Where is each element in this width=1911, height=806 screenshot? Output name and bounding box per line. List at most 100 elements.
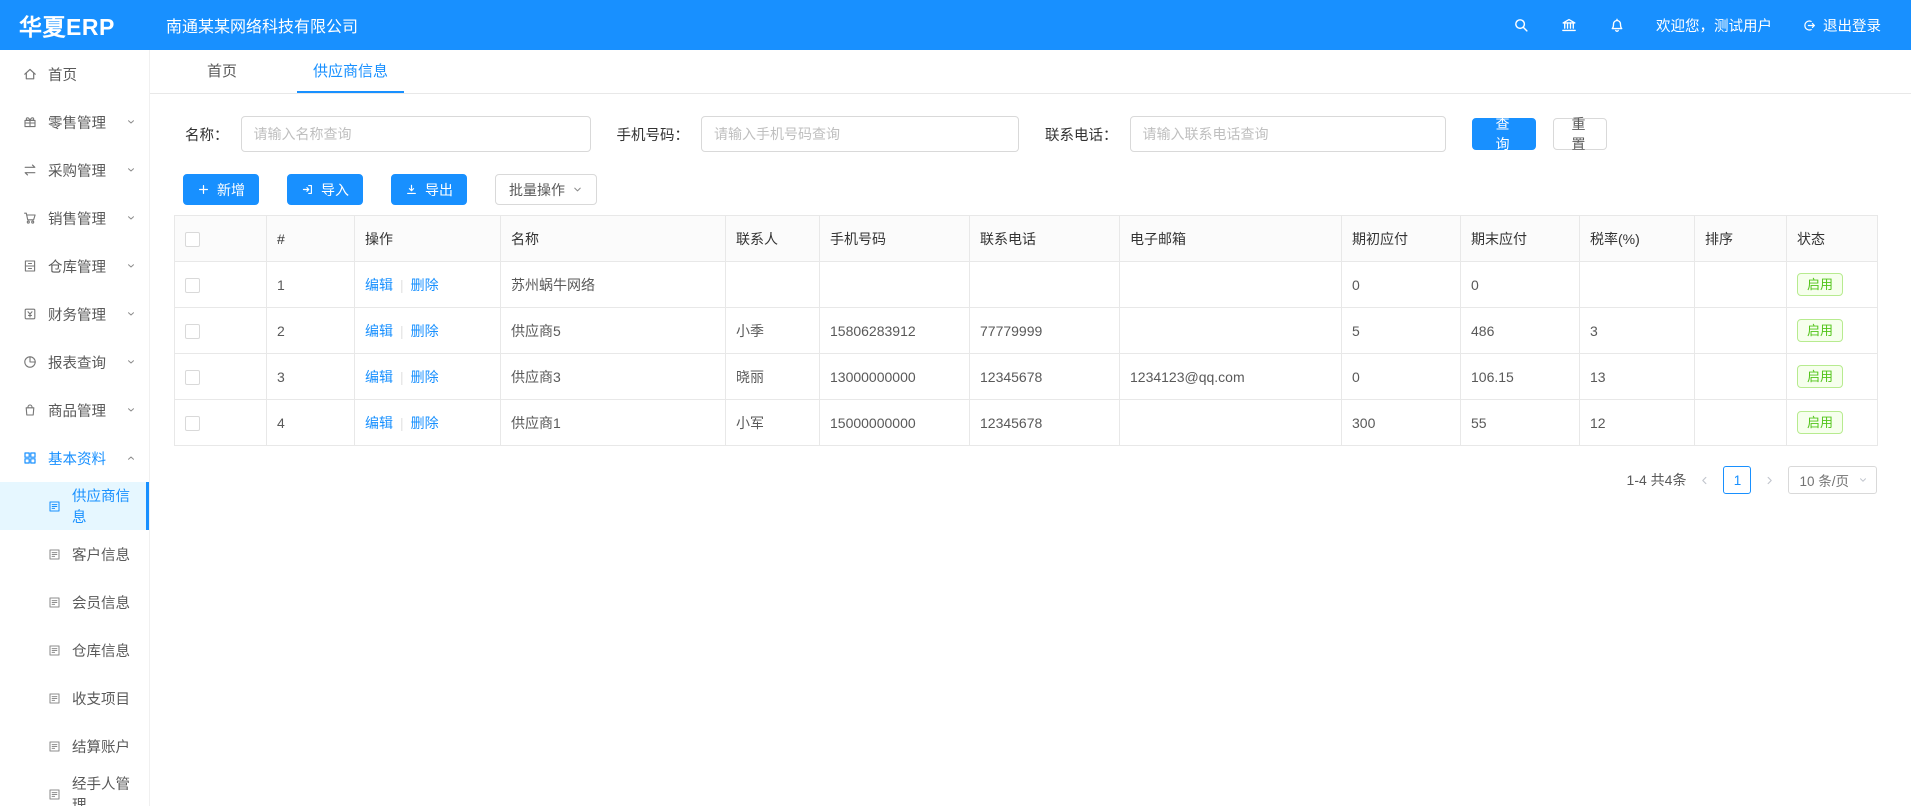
row-checkbox[interactable]: [185, 370, 200, 385]
cell-tel: 12345678: [970, 400, 1120, 446]
page-size-label: 10 条/页: [1799, 470, 1849, 490]
cell-select: [175, 354, 267, 400]
logout-button[interactable]: 退出登录: [1802, 15, 1881, 36]
sidebar-item-label: 仓库管理: [48, 256, 106, 277]
status-badge: 启用: [1797, 319, 1843, 342]
cell-actions: 编辑|删除: [355, 262, 501, 308]
edit-link[interactable]: 编辑: [365, 277, 393, 293]
add-button[interactable]: 新增: [183, 174, 259, 205]
sidebar-item-finance[interactable]: 财务管理: [0, 290, 149, 338]
cell-contact: 晓丽: [726, 354, 820, 400]
column-header-closing-payable: 期末应付: [1461, 216, 1580, 262]
company-name: 南通某某网络科技有限公司: [166, 13, 358, 37]
cell-closing-payable: 486: [1461, 308, 1580, 354]
phone-input[interactable]: [701, 116, 1019, 152]
tel-input[interactable]: [1130, 116, 1446, 152]
status-badge: 启用: [1797, 411, 1843, 434]
sidebar-item-depot[interactable]: 仓库信息: [0, 626, 149, 674]
bank-icon[interactable]: [1560, 16, 1578, 34]
edit-link[interactable]: 编辑: [365, 323, 393, 339]
cell-email: 1234123@qq.com: [1120, 354, 1342, 400]
table-row: 2编辑|删除供应商5小季158062839127777999954863启用: [175, 308, 1878, 354]
search-form: 名称： 手机号码： 联系电话： 查 询 重 置: [150, 116, 1911, 152]
cell-sort: [1695, 400, 1787, 446]
chevron-down-icon: [126, 213, 136, 223]
cell-select: [175, 308, 267, 354]
row-checkbox[interactable]: [185, 416, 200, 431]
sidebar-item-retail[interactable]: 零售管理: [0, 98, 149, 146]
batch-actions-button[interactable]: 批量操作: [495, 174, 597, 205]
name-input[interactable]: [241, 116, 591, 152]
cell-actions: 编辑|删除: [355, 400, 501, 446]
chevron-down-icon: [126, 117, 136, 127]
delete-link[interactable]: 删除: [411, 323, 439, 339]
cell-opening-payable: 0: [1342, 354, 1461, 400]
bell-icon[interactable]: [1608, 16, 1626, 34]
delete-link[interactable]: 删除: [411, 369, 439, 385]
column-header-tax-rate: 税率(%): [1580, 216, 1695, 262]
sidebar-item-label: 零售管理: [48, 112, 106, 133]
import-button[interactable]: 导入: [287, 174, 363, 205]
prev-page-button[interactable]: [1697, 475, 1712, 486]
query-button[interactable]: 查 询: [1472, 118, 1536, 150]
row-checkbox[interactable]: [185, 278, 200, 293]
select-all-checkbox[interactable]: [185, 232, 200, 247]
delete-link[interactable]: 删除: [411, 277, 439, 293]
cell-phone: [820, 262, 970, 308]
sidebar-item-report[interactable]: 报表查询: [0, 338, 149, 386]
sidebar-item-basic[interactable]: 基本资料: [0, 434, 149, 482]
table-row: 3编辑|删除供应商3晓丽13000000000123456781234123@q…: [175, 354, 1878, 400]
edit-link[interactable]: 编辑: [365, 369, 393, 385]
chevron-down-icon: [126, 165, 136, 175]
page-number-button[interactable]: 1: [1723, 466, 1751, 494]
sidebar-item-warehouse[interactable]: 仓库管理: [0, 242, 149, 290]
column-header-email: 电子邮箱: [1120, 216, 1342, 262]
sidebar-item-member[interactable]: 会员信息: [0, 578, 149, 626]
sidebar-item-inout[interactable]: 收支项目: [0, 674, 149, 722]
sidebar-item-supplier[interactable]: 供应商信息: [0, 482, 149, 530]
cell-phone: 13000000000: [820, 354, 970, 400]
sidebar-item-customer[interactable]: 客户信息: [0, 530, 149, 578]
sidebar-item-label: 财务管理: [48, 304, 106, 325]
column-header-sort: 排序: [1695, 216, 1787, 262]
sidebar-item-purchase[interactable]: 采购管理: [0, 146, 149, 194]
column-header-status: 状态: [1787, 216, 1878, 262]
sidebar-item-home[interactable]: 首页: [0, 50, 149, 98]
reset-button[interactable]: 重 置: [1553, 118, 1607, 150]
chevron-down-icon: [126, 261, 136, 271]
tab-bar: 首页 供应商信息: [150, 50, 1911, 94]
edit-link[interactable]: 编辑: [365, 415, 393, 431]
cell-tel: 12345678: [970, 354, 1120, 400]
search-icon[interactable]: [1512, 16, 1530, 34]
cell-index: 4: [267, 400, 355, 446]
cell-status: 启用: [1787, 308, 1878, 354]
cell-contact: 小季: [726, 308, 820, 354]
page-size-select[interactable]: 10 条/页: [1788, 466, 1877, 494]
sidebar-item-sales[interactable]: 销售管理: [0, 194, 149, 242]
sidebar-item-account[interactable]: 结算账户: [0, 722, 149, 770]
sidebar-menu: 首页零售管理采购管理销售管理仓库管理财务管理报表查询商品管理基本资料供应商信息客…: [0, 50, 149, 806]
sidebar-item-handler[interactable]: 经手人管理: [0, 770, 149, 806]
sidebar-item-label: 经手人管理: [72, 773, 136, 806]
cell-name: 供应商3: [501, 354, 726, 400]
sidebar-item-label: 采购管理: [48, 160, 106, 181]
export-button[interactable]: 导出: [391, 174, 467, 205]
import-icon: [301, 183, 314, 196]
delete-link[interactable]: 删除: [411, 415, 439, 431]
profile-icon: [47, 739, 62, 754]
row-checkbox[interactable]: [185, 324, 200, 339]
tab-supplier-info[interactable]: 供应商信息: [297, 50, 404, 93]
sidebar-item-goods[interactable]: 商品管理: [0, 386, 149, 434]
sidebar-item-label: 收支项目: [72, 688, 130, 709]
tab-home[interactable]: 首页: [191, 50, 253, 93]
purchase-icon: [22, 162, 38, 178]
table-row: 1编辑|删除苏州蜗牛网络00启用: [175, 262, 1878, 308]
sidebar-item-label: 报表查询: [48, 352, 106, 373]
import-button-label: 导入: [321, 180, 349, 200]
cell-email: [1120, 400, 1342, 446]
cell-email: [1120, 262, 1342, 308]
plus-icon: [197, 183, 210, 196]
cell-status: 启用: [1787, 400, 1878, 446]
next-page-button[interactable]: [1762, 475, 1777, 486]
cell-contact: [726, 262, 820, 308]
